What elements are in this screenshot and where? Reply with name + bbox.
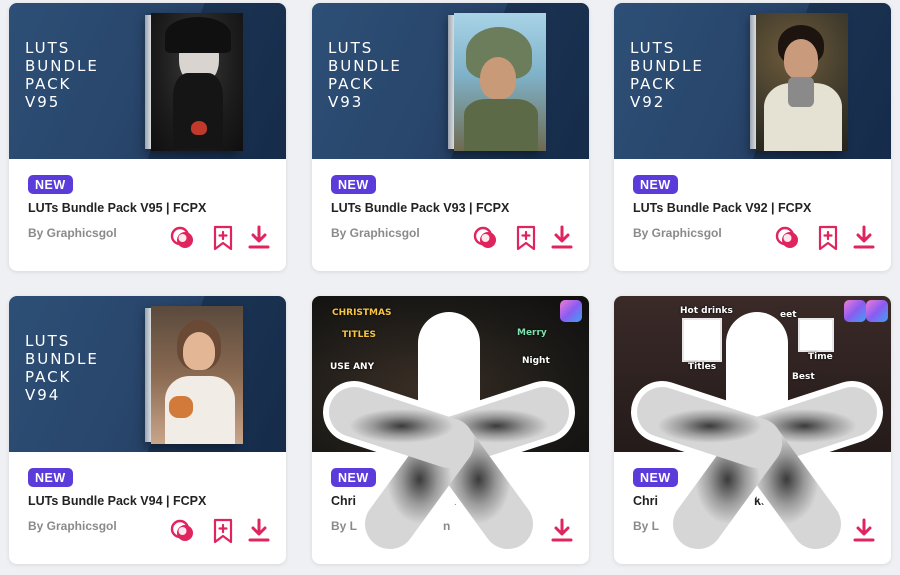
product-title[interactable]: LUTs Bundle Pack V93 | FCPX [331,201,577,215]
cover-text: LUTS BUNDLE PACK V95 [25,39,99,111]
sticker-text: Best [792,372,815,382]
product-card[interactable]: LUTS BUNDLE PACK V93 NEW LUTs Bundle Pac… [312,3,589,271]
sticker-text: Night [522,356,550,366]
download-icon[interactable] [245,517,273,545]
sticker-text: Merry [517,328,547,338]
bookmark-add-icon[interactable] [814,224,842,252]
sticker-text: Hot drinks [680,306,733,316]
book-cover-image [145,13,243,151]
compare-circles-icon[interactable] [472,224,500,252]
final-cut-pro-icon [866,300,888,322]
product-title[interactable]: LUTs Bundle Pack V94 | FCPX [28,494,274,508]
product-author[interactable]: By Graphicsgol [28,226,117,240]
bookmark-add-icon[interactable] [209,224,237,252]
product-author[interactable]: By L [633,519,659,533]
compare-circles-icon[interactable] [169,224,197,252]
new-badge: NEW [28,468,73,487]
sticker-text: eet [780,310,797,320]
product-card[interactable]: LUTS BUNDLE PACK V94 NEW LUTs Bundle Pac… [9,296,286,564]
compare-circles-icon[interactable] [169,517,197,545]
product-card[interactable]: LUTS BUNDLE PACK V92 NEW LUTs Bundle Pac… [614,3,891,271]
new-badge: NEW [331,175,376,194]
product-thumbnail[interactable]: LUTS BUNDLE PACK V92 [614,3,891,159]
product-thumbnail[interactable]: CHRISTMAS TITLES USE ANY Merry Night [312,296,589,452]
download-icon[interactable] [850,224,878,252]
product-title[interactable]: Chri Ti [331,494,577,508]
product-author[interactable]: By Graphicsgol [28,519,117,533]
final-cut-pro-icon [560,300,582,322]
product-card[interactable]: CHRISTMAS TITLES USE ANY Merry Night NEW… [312,296,589,564]
sticker-text: Titles [688,362,717,372]
product-author[interactable]: By Graphicsgol [633,226,722,240]
download-icon[interactable] [245,224,273,252]
compare-circles-icon[interactable] [774,224,802,252]
product-title[interactable]: LUTs Bundle Pack V92 | FCPX [633,201,879,215]
product-title[interactable]: Chri ks [633,494,879,508]
product-card[interactable]: LUTS BUNDLE PACK V95 NEW LUTs Bundle Pac… [9,3,286,271]
sticker-text: TITLES [342,330,376,340]
final-cut-pro-icon [844,300,866,322]
product-author[interactable]: By Graphicsgol [331,226,420,240]
product-thumbnail[interactable]: Hot drinks Titles Time Best eet [614,296,891,452]
sticker-text: Time [808,352,833,362]
download-icon[interactable] [850,517,878,545]
download-icon[interactable] [548,224,576,252]
new-badge: NEW [331,468,376,487]
book-cover-image [145,306,243,444]
sticker-card [682,318,722,362]
bookmark-add-icon[interactable] [209,517,237,545]
cover-text: LUTS BUNDLE PACK V92 [630,39,704,111]
sticker-card [798,318,834,352]
product-thumbnail[interactable]: LUTS BUNDLE PACK V94 [9,296,286,452]
product-thumbnail[interactable]: LUTS BUNDLE PACK V93 [312,3,589,159]
cover-text: LUTS BUNDLE PACK V93 [328,39,402,111]
bookmark-add-icon[interactable] [512,224,540,252]
sticker-text: CHRISTMAS [332,308,392,318]
cover-text: LUTS BUNDLE PACK V94 [25,332,99,404]
product-author[interactable]: By Ln [331,519,450,533]
product-card[interactable]: Hot drinks Titles Time Best eet NEW Chri… [614,296,891,564]
book-cover-image [750,13,848,151]
sticker-text: USE ANY [330,362,375,372]
new-badge: NEW [633,468,678,487]
new-badge: NEW [633,175,678,194]
product-title[interactable]: LUTs Bundle Pack V95 | FCPX [28,201,274,215]
book-cover-image [448,13,546,151]
product-thumbnail[interactable]: LUTS BUNDLE PACK V95 [9,3,286,159]
new-badge: NEW [28,175,73,194]
download-icon[interactable] [548,517,576,545]
